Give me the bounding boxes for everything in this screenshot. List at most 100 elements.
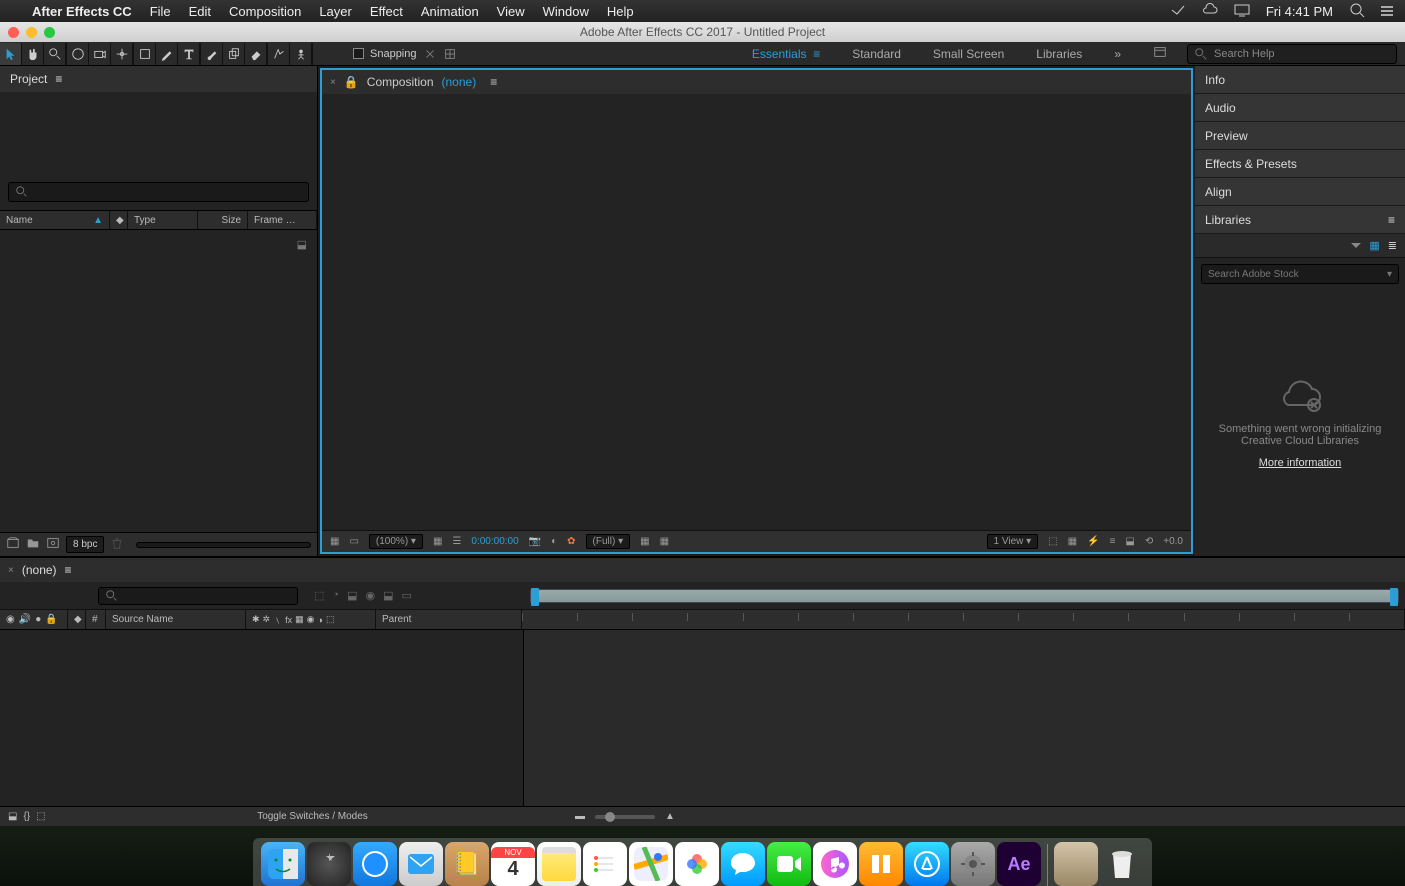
dock-settings[interactable] bbox=[951, 842, 995, 886]
brace-icon[interactable]: {} bbox=[23, 811, 30, 822]
source-name-col[interactable]: Source Name bbox=[106, 610, 246, 629]
grid-icon[interactable]: ☰ bbox=[452, 536, 461, 547]
close-tab-icon[interactable]: × bbox=[330, 77, 336, 88]
spotlight-icon[interactable] bbox=[1349, 2, 1365, 21]
project-tab[interactable]: Project bbox=[10, 72, 47, 86]
selection-tool[interactable] bbox=[0, 43, 22, 65]
dock-downloads[interactable] bbox=[1054, 842, 1098, 886]
dock-maps[interactable] bbox=[629, 842, 673, 886]
zoom-tool[interactable] bbox=[44, 43, 66, 65]
color-mgmt-icon[interactable]: ✿ bbox=[567, 536, 575, 547]
shy-icon[interactable]: ◔ bbox=[332, 589, 339, 602]
panel-audio[interactable]: Audio bbox=[1195, 94, 1405, 122]
workspace-overflow-icon[interactable]: » bbox=[1114, 47, 1121, 61]
resolution-icon[interactable]: ▦ bbox=[433, 536, 442, 547]
layer-list[interactable] bbox=[0, 630, 524, 806]
workspace-small-screen[interactable]: Small Screen bbox=[933, 47, 1004, 61]
menu-animation[interactable]: Animation bbox=[421, 4, 479, 19]
label-col[interactable]: ◆ bbox=[68, 610, 86, 629]
timecode[interactable]: 0:00:00:00 bbox=[471, 536, 518, 547]
type-tool[interactable] bbox=[178, 43, 200, 65]
comp-panel-menu-icon[interactable]: ≡ bbox=[490, 75, 497, 89]
3d-icon[interactable]: ▦ bbox=[660, 536, 669, 547]
dock-ibooks[interactable] bbox=[859, 842, 903, 886]
dock-itunes[interactable] bbox=[813, 842, 857, 886]
lock-icon[interactable]: 🔒 bbox=[344, 75, 359, 89]
workspace-standard[interactable]: Standard bbox=[852, 47, 901, 61]
exposure-value[interactable]: +0.0 bbox=[1163, 536, 1183, 547]
zoom-out-icon[interactable]: ▬ bbox=[575, 811, 585, 822]
timeline-icon[interactable]: ≡ bbox=[1110, 536, 1116, 547]
frame-blend-icon[interactable]: ⬓ bbox=[347, 589, 357, 602]
audio-col-icon[interactable]: 🔊 bbox=[19, 614, 31, 625]
pen-tool[interactable] bbox=[156, 43, 178, 65]
pan-behind-tool[interactable] bbox=[111, 43, 133, 65]
fast-preview-icon[interactable]: ⚡ bbox=[1087, 536, 1099, 547]
composition-tab-label[interactable]: Composition bbox=[367, 75, 434, 89]
clone-tool[interactable] bbox=[223, 43, 245, 65]
menu-composition[interactable]: Composition bbox=[229, 4, 301, 19]
switches-col[interactable]: ✱✲﹨fx▦◉◑⬚ bbox=[246, 610, 376, 629]
close-timeline-tab-icon[interactable]: × bbox=[8, 565, 14, 576]
channel-icon[interactable]: ◐ bbox=[551, 536, 557, 547]
time-ruler[interactable] bbox=[522, 610, 1405, 629]
zoom-dropdown[interactable]: (100%) ▾ bbox=[369, 534, 423, 549]
timeline-search-input[interactable] bbox=[98, 587, 298, 605]
lib-list-icon[interactable]: ≣ bbox=[1388, 239, 1397, 252]
work-area-start[interactable] bbox=[531, 588, 539, 606]
orbit-tool[interactable] bbox=[67, 43, 89, 65]
menu-effect[interactable]: Effect bbox=[370, 4, 403, 19]
timeline-tab-name[interactable]: (none) bbox=[22, 563, 57, 577]
panel-libraries[interactable]: Libraries≡ bbox=[1195, 206, 1405, 234]
clock[interactable]: Fri 4:41 PM bbox=[1266, 4, 1333, 19]
work-area-end[interactable] bbox=[1390, 588, 1398, 606]
dock-appstore[interactable] bbox=[905, 842, 949, 886]
delete-icon[interactable] bbox=[110, 536, 124, 553]
menu-extras-icon[interactable] bbox=[1381, 6, 1393, 16]
camera-tool[interactable] bbox=[89, 43, 111, 65]
dock-mail[interactable] bbox=[399, 842, 443, 886]
menu-view[interactable]: View bbox=[497, 4, 525, 19]
panel-effects-presets[interactable]: Effects & Presets bbox=[1195, 150, 1405, 178]
menu-edit[interactable]: Edit bbox=[189, 4, 211, 19]
region-icon[interactable]: ▭ bbox=[349, 536, 358, 547]
flowchart-comp-icon[interactable]: ⬓ bbox=[1125, 536, 1134, 547]
lib-grid-icon[interactable]: ▦ bbox=[1369, 239, 1379, 252]
puppet-tool[interactable] bbox=[290, 43, 312, 65]
menu-layer[interactable]: Layer bbox=[319, 4, 352, 19]
zoom-slider[interactable] bbox=[595, 815, 655, 819]
more-information-link[interactable]: More information bbox=[1259, 457, 1342, 469]
menu-file[interactable]: File bbox=[150, 4, 171, 19]
workspace-reset-icon[interactable] bbox=[1153, 45, 1167, 62]
rectangle-tool[interactable] bbox=[134, 43, 156, 65]
workspace-essentials[interactable]: Essentials ≡ bbox=[752, 47, 820, 61]
snapshot-icon[interactable]: 📷 bbox=[529, 536, 541, 547]
panel-preview[interactable]: Preview bbox=[1195, 122, 1405, 150]
bpc-button[interactable]: 8 bpc bbox=[66, 536, 104, 553]
dock-launchpad[interactable] bbox=[307, 842, 351, 886]
toggle-switches-modes-button[interactable]: Toggle Switches / Modes bbox=[60, 811, 565, 822]
pixel-aspect-icon[interactable]: ▦ bbox=[1068, 536, 1077, 547]
track-area[interactable] bbox=[524, 630, 1405, 806]
solo-col-icon[interactable]: ● bbox=[35, 614, 41, 625]
dock-safari[interactable] bbox=[353, 842, 397, 886]
eraser-tool[interactable] bbox=[245, 43, 267, 65]
workspace-libraries[interactable]: Libraries bbox=[1036, 47, 1082, 61]
alpha-icon[interactable]: ▦ bbox=[330, 536, 339, 547]
draft3d-icon[interactable]: ▭ bbox=[401, 589, 411, 602]
resolution-dropdown[interactable]: (Full) ▾ bbox=[586, 534, 631, 549]
exposure-reset-icon[interactable]: ⟲ bbox=[1145, 536, 1153, 547]
dock-photos[interactable] bbox=[675, 842, 719, 886]
panel-menu-icon[interactable]: ≡ bbox=[55, 72, 62, 86]
display-icon[interactable] bbox=[1234, 2, 1250, 21]
dock-calendar[interactable]: NOV4 bbox=[491, 842, 535, 886]
composition-viewer[interactable] bbox=[322, 94, 1191, 530]
motion-blur-icon[interactable]: ◉ bbox=[365, 589, 375, 602]
lock-col-icon[interactable]: 🔒 bbox=[45, 614, 57, 625]
panel-info[interactable]: Info bbox=[1195, 66, 1405, 94]
render-icon[interactable]: ⬚ bbox=[36, 811, 45, 822]
dock-facetime[interactable] bbox=[767, 842, 811, 886]
view-dropdown[interactable]: 1 View ▾ bbox=[987, 534, 1039, 549]
flowchart-icon[interactable]: ⬓ bbox=[0, 238, 317, 251]
cc-status-icon[interactable] bbox=[1170, 2, 1186, 21]
